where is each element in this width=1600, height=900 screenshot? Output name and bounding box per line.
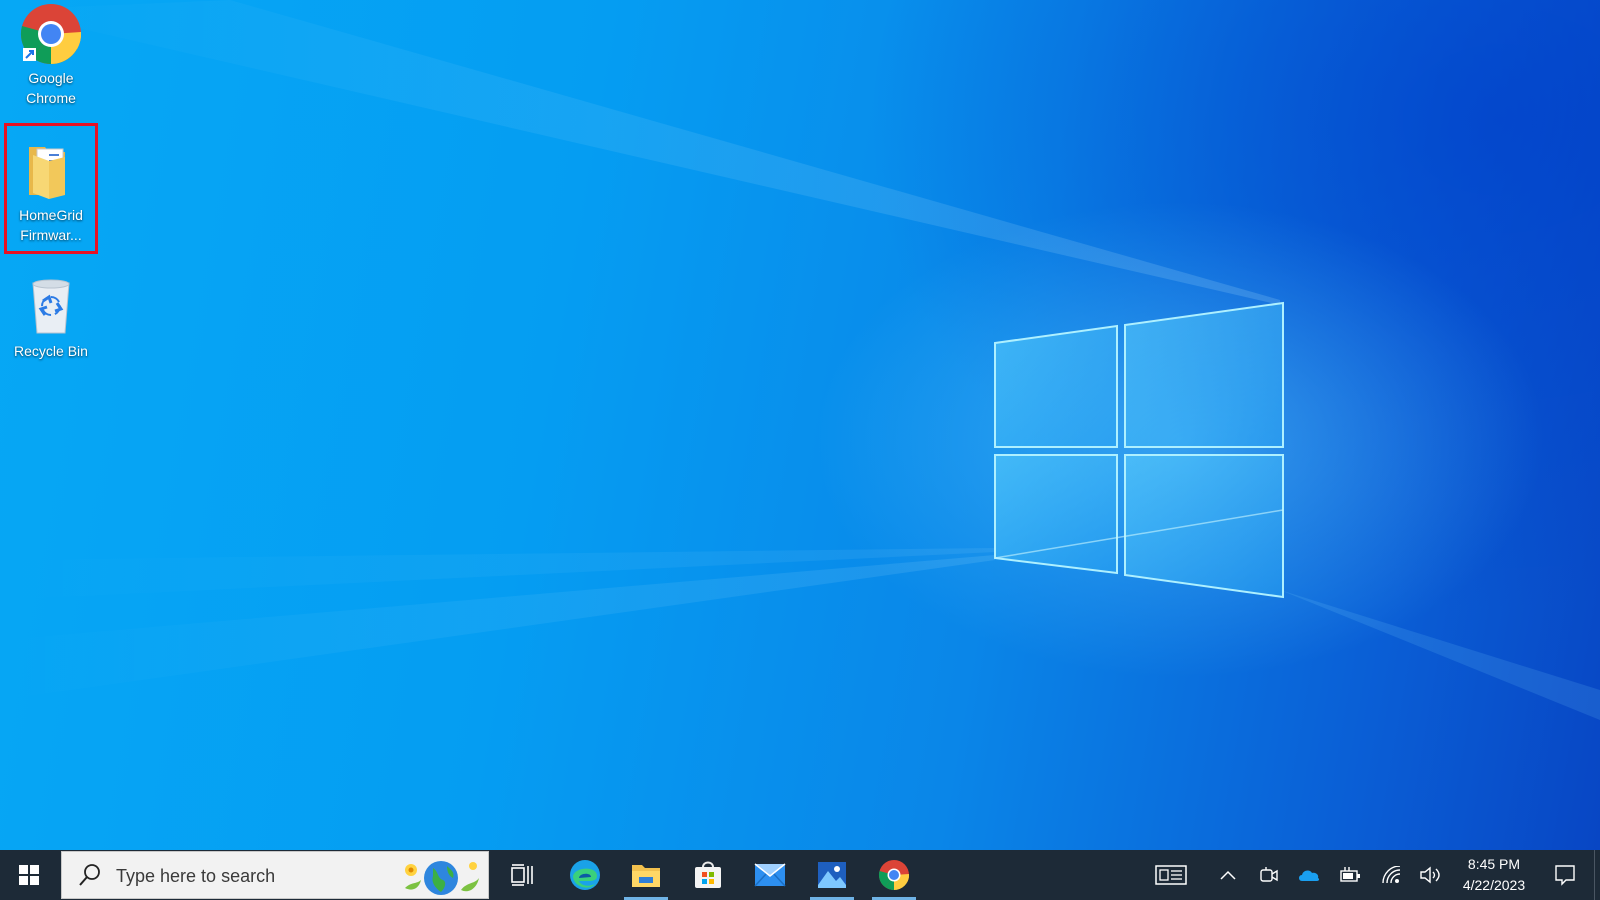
search-placeholder: Type here to search <box>116 866 276 886</box>
news-and-interests-button[interactable] <box>1148 850 1194 900</box>
notification-icon <box>1555 865 1575 886</box>
search-icon <box>79 864 100 886</box>
store-icon <box>695 861 721 888</box>
show-desktop-button[interactable] <box>1594 850 1600 900</box>
wifi-icon <box>1382 866 1401 884</box>
network-button[interactable] <box>1377 850 1407 900</box>
clock-time: 8:45 PM <box>1467 856 1521 872</box>
taskbar-file-explorer[interactable] <box>620 850 672 900</box>
task-view-icon <box>511 864 533 886</box>
recycle-bin-icon <box>19 275 83 339</box>
action-center-button[interactable] <box>1545 850 1585 900</box>
meet-now-button[interactable] <box>1256 850 1282 900</box>
battery-icon <box>1340 867 1360 882</box>
start-button[interactable] <box>0 850 58 900</box>
chrome-icon <box>19 2 83 66</box>
onedrive-icon <box>1299 870 1320 881</box>
volume-button[interactable] <box>1415 850 1445 900</box>
folder-icon <box>632 865 660 887</box>
taskbar-edge[interactable] <box>559 850 611 900</box>
volume-icon <box>1420 866 1440 884</box>
photos-icon <box>818 862 846 888</box>
taskbar-chrome[interactable] <box>868 850 920 900</box>
search-box[interactable]: Type here to search <box>61 851 489 899</box>
desktop[interactable]: Google Chrome HomeGrid Firmwar... Recycl… <box>0 0 1600 850</box>
desktop-icon-homegrid-firmware[interactable]: HomeGrid Firmwar... <box>4 123 98 254</box>
clock[interactable]: 8:45 PM 4/22/2023 <box>1444 854 1544 896</box>
windows-wallpaper <box>0 0 1600 720</box>
taskbar-microsoft-store[interactable] <box>682 850 734 900</box>
chrome-icon <box>878 860 910 891</box>
battery-button[interactable] <box>1335 850 1365 900</box>
mail-icon <box>754 863 786 887</box>
desktop-icon-label: HomeGrid Firmwar... <box>19 207 83 243</box>
desktop-icon-google-chrome[interactable]: Google Chrome <box>6 2 96 108</box>
task-view-button[interactable] <box>498 850 546 900</box>
desktop-icon-recycle-bin[interactable]: Recycle Bin <box>6 275 96 361</box>
meet-now-icon <box>1260 867 1278 882</box>
edge-icon <box>570 860 600 890</box>
taskbar-photos[interactable] <box>806 850 858 900</box>
desktop-icon-label: Recycle Bin <box>14 343 88 359</box>
news-icon <box>1155 865 1187 885</box>
search-highlight-globe-icon <box>405 861 479 895</box>
chevron-up-icon <box>1220 870 1236 880</box>
clock-date: 4/22/2023 <box>1462 877 1526 893</box>
windows-start-icon <box>19 865 39 885</box>
onedrive-button[interactable] <box>1294 850 1324 900</box>
show-hidden-icons-button[interactable] <box>1215 850 1241 900</box>
taskbar: Type here to search 8:45 PM 4/22/2023 <box>0 850 1600 900</box>
taskbar-mail[interactable] <box>744 850 796 900</box>
folder-icon <box>19 139 83 203</box>
desktop-icon-label: Google Chrome <box>26 70 76 106</box>
